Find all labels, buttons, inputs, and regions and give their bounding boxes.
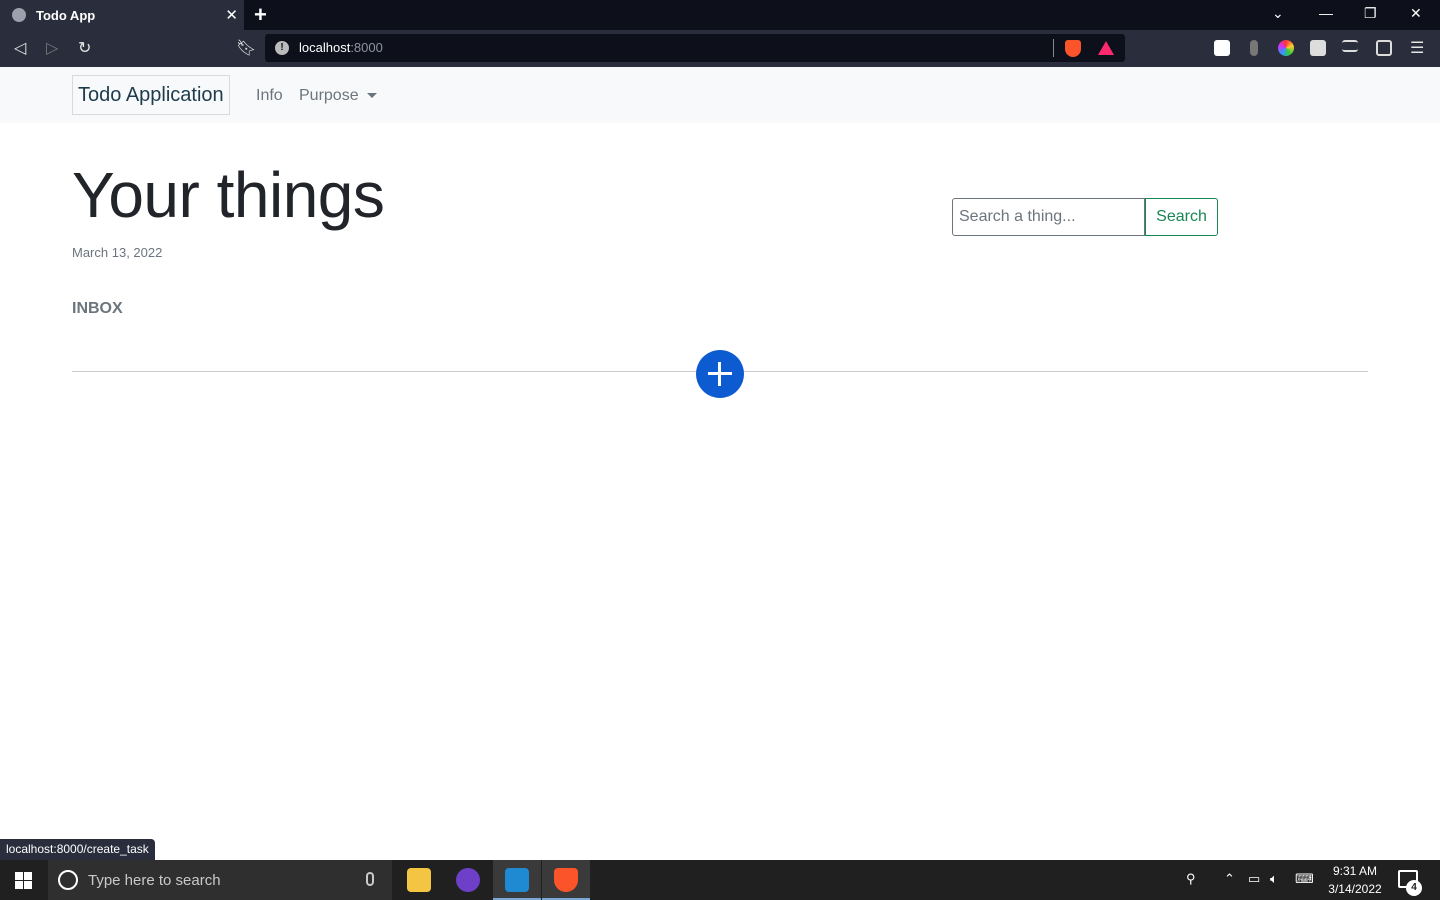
bookmark-icon[interactable]: 🔖︎ xyxy=(236,38,256,58)
people-icon[interactable]: ⚲ xyxy=(1186,871,1196,887)
color-picker-icon[interactable] xyxy=(1278,40,1294,56)
taskbar-search-placeholder: Type here to search xyxy=(88,872,221,889)
nav-link-info[interactable]: Info xyxy=(256,87,283,105)
url-port: :8000 xyxy=(350,40,383,55)
app-navbar: Todo Application Info Purpose xyxy=(0,67,1440,123)
notification-count-badge: 4 xyxy=(1406,880,1422,896)
folder-icon xyxy=(407,868,431,892)
new-tab-button[interactable]: + xyxy=(254,2,267,28)
nav-dropdown-purpose[interactable]: Purpose xyxy=(299,87,377,105)
url-text: localhost:8000 xyxy=(299,40,383,55)
url-host: localhost xyxy=(299,40,351,55)
back-icon[interactable]: ◁ xyxy=(14,38,26,58)
browser-toolbar: ◁ ▷ ↻ 🔖︎ ! localhost:8000 ☰ xyxy=(0,30,1440,67)
window-close-icon[interactable]: ✕ xyxy=(1410,5,1422,22)
taskbar-clock[interactable]: 9:31 AM 3/14/2022 xyxy=(1320,862,1390,898)
taskbar-file-explorer[interactable] xyxy=(395,860,443,900)
taskbar-github-desktop[interactable] xyxy=(444,860,492,900)
address-bar[interactable]: ! localhost:8000 xyxy=(265,34,1125,62)
windows-start-icon[interactable] xyxy=(15,872,32,889)
brave-shields-icon[interactable] xyxy=(1065,40,1081,57)
globe-icon xyxy=(12,8,26,22)
close-tab-icon[interactable]: ✕ xyxy=(225,6,238,24)
search-input[interactable] xyxy=(952,198,1145,236)
section-label-inbox: INBOX xyxy=(72,300,123,317)
vscode-icon xyxy=(505,868,529,892)
search-button[interactable]: Search xyxy=(1145,198,1218,236)
extension-mouse-icon[interactable] xyxy=(1250,40,1258,56)
volume-icon[interactable]: 🔈︎ xyxy=(1270,871,1278,887)
github-icon xyxy=(456,868,480,892)
current-date: March 13, 2022 xyxy=(72,245,163,260)
network-icon[interactable]: ▭ xyxy=(1248,871,1260,887)
navbar-brand[interactable]: Todo Application xyxy=(72,75,230,115)
brave-icon xyxy=(554,868,578,892)
clock-date: 3/14/2022 xyxy=(1328,882,1382,896)
add-task-button[interactable] xyxy=(696,350,744,398)
keyboard-icon[interactable]: ⌨ xyxy=(1295,871,1314,887)
nav-dropdown-label: Purpose xyxy=(299,87,359,104)
tab-search-icon[interactable]: ⌄ xyxy=(1272,5,1284,22)
browser-tab-strip: Todo App ✕ + ⌄ — ❐ ✕ xyxy=(0,0,1440,30)
link-status-bar: localhost:8000/create_task xyxy=(0,839,155,860)
menu-icon[interactable]: ☰ xyxy=(1410,38,1424,58)
forward-icon[interactable]: ▷ xyxy=(46,38,58,58)
restore-icon[interactable]: ❐ xyxy=(1364,5,1377,22)
caret-down-icon xyxy=(366,93,377,99)
microphone-icon[interactable] xyxy=(366,872,374,886)
page-title: Your things xyxy=(72,159,385,231)
reload-icon[interactable]: ↻ xyxy=(78,38,91,58)
taskbar-vscode[interactable] xyxy=(493,860,541,900)
browser-tab[interactable]: Todo App ✕ xyxy=(0,0,244,30)
wallet-icon[interactable] xyxy=(1376,40,1392,56)
show-hidden-icons-icon[interactable]: ⌃ xyxy=(1224,871,1235,887)
url-divider xyxy=(1053,39,1054,57)
playlist-icon[interactable] xyxy=(1342,40,1358,52)
clock-time: 9:31 AM xyxy=(1332,864,1378,878)
brave-rewards-icon[interactable] xyxy=(1098,41,1114,55)
extension-b-icon[interactable] xyxy=(1214,40,1230,56)
minimize-icon[interactable]: — xyxy=(1319,5,1333,21)
tab-title: Todo App xyxy=(36,7,96,23)
extensions-puzzle-icon[interactable] xyxy=(1310,40,1326,56)
cortana-icon xyxy=(58,870,78,890)
windows-taskbar: Type here to search ⚲ ⌃ ▭ 🔈︎ ⌨ 9:31 AM 3… xyxy=(0,860,1440,900)
taskbar-brave[interactable] xyxy=(542,860,590,900)
site-info-icon[interactable]: ! xyxy=(275,41,289,55)
taskbar-search-box[interactable]: Type here to search xyxy=(48,860,392,900)
